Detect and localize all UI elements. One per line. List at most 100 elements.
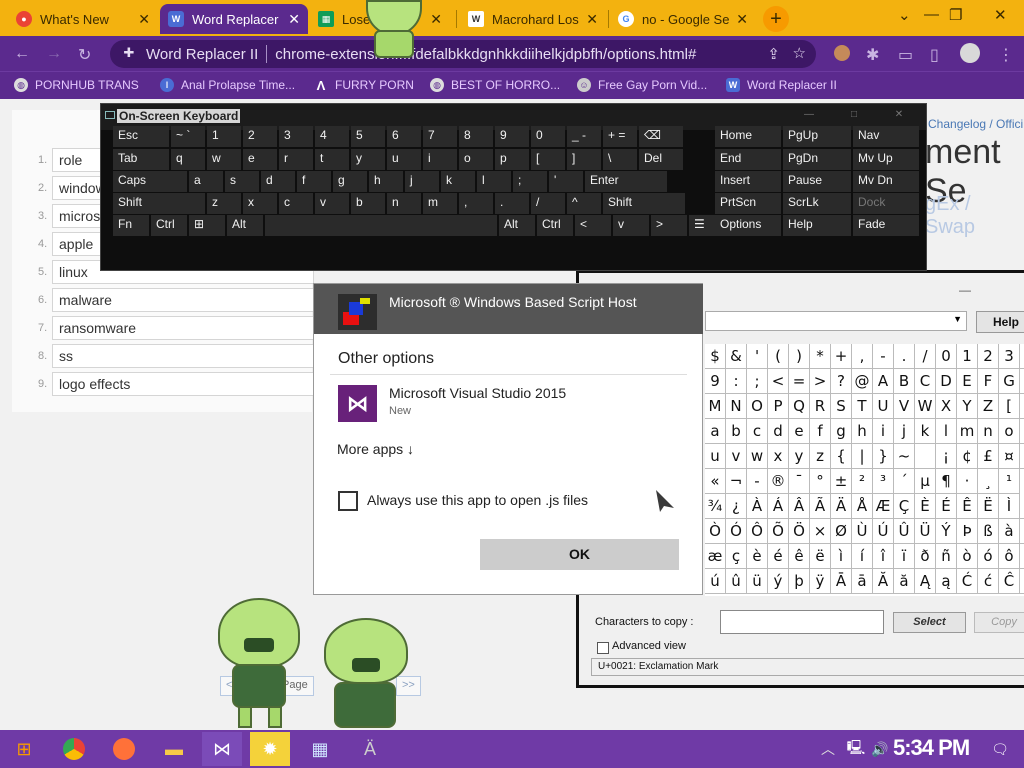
char-cell[interactable]: Ê: [957, 494, 978, 519]
char-cell[interactable]: õ: [1020, 544, 1024, 569]
osk-key[interactable]: _ -: [567, 126, 601, 147]
char-cell[interactable]: À: [747, 494, 768, 519]
char-cell[interactable]: ·: [957, 469, 978, 494]
char-cell[interactable]: =: [789, 369, 810, 394]
osk-key[interactable]: + =: [603, 126, 637, 147]
char-cell[interactable]: f: [810, 419, 831, 444]
char-cell[interactable]: W: [915, 394, 936, 419]
char-cell[interactable]: 9: [705, 369, 726, 394]
osk-key[interactable]: .: [495, 193, 529, 214]
avatar[interactable]: [960, 43, 980, 63]
osk-key[interactable]: w: [207, 149, 241, 170]
characters-to-copy-input[interactable]: [720, 610, 884, 634]
osk-key[interactable]: ;: [513, 171, 547, 192]
osk-nav-key[interactable]: End: [715, 149, 781, 170]
osk-nav-key[interactable]: ScrLk: [783, 193, 851, 214]
char-cell[interactable]: 0: [936, 344, 957, 369]
profile-extension-icon[interactable]: [834, 45, 850, 61]
osk-key[interactable]: Del: [639, 149, 683, 170]
close-icon[interactable]: ✕: [736, 11, 748, 28]
osk-nav-key[interactable]: Options: [715, 215, 781, 236]
tab-word-replacer[interactable]: W Word Replacer ✕: [160, 4, 308, 34]
char-cell[interactable]: Ù: [852, 519, 873, 544]
bookmark-item[interactable]: W Word Replacer II: [726, 78, 837, 92]
osk-key[interactable]: ⌫: [639, 126, 683, 147]
osk-nav-key[interactable]: Fade: [853, 215, 919, 236]
close-window-icon[interactable]: ✕: [994, 6, 1007, 24]
char-cell[interactable]: h: [852, 419, 873, 444]
osk-key[interactable]: ]: [567, 149, 601, 170]
osk-key[interactable]: Ctrl: [151, 215, 187, 236]
char-cell[interactable]: x: [768, 444, 789, 469]
char-cell[interactable]: µ: [915, 469, 936, 494]
char-cell[interactable]: ñ: [936, 544, 957, 569]
char-cell[interactable]: D: [936, 369, 957, 394]
char-cell[interactable]: ÿ: [810, 569, 831, 594]
char-cell[interactable]: (: [768, 344, 789, 369]
char-cell[interactable]: ê: [789, 544, 810, 569]
char-cell[interactable]: Û: [894, 519, 915, 544]
char-cell[interactable]: :: [726, 369, 747, 394]
char-cell[interactable]: P: [768, 394, 789, 419]
char-cell[interactable]: ¹: [999, 469, 1020, 494]
char-cell[interactable]: G: [999, 369, 1020, 394]
char-cell[interactable]: £: [978, 444, 999, 469]
star-icon[interactable]: ☆: [793, 44, 806, 62]
osk-key[interactable]: s: [225, 171, 259, 192]
menu-icon[interactable]: ⋮: [998, 45, 1014, 65]
char-cell[interactable]: ì: [831, 544, 852, 569]
close-icon[interactable]: ✕: [288, 11, 300, 28]
osk-nav-key[interactable]: Nav: [853, 126, 919, 147]
char-cell[interactable]: û: [726, 569, 747, 594]
char-cell[interactable]: Ú: [873, 519, 894, 544]
osk-key[interactable]: /: [531, 193, 565, 214]
char-cell[interactable]: d: [768, 419, 789, 444]
osk-key[interactable]: y: [351, 149, 385, 170]
char-cell[interactable]: ²: [852, 469, 873, 494]
osk-nav-key[interactable]: PrtScn: [715, 193, 781, 214]
window-minimize-icon[interactable]: —: [959, 283, 971, 297]
new-tab-button[interactable]: +: [763, 6, 789, 32]
char-cell[interactable]: ¯: [789, 469, 810, 494]
char-cell[interactable]: æ: [705, 544, 726, 569]
osk-key[interactable]: j: [405, 171, 439, 192]
char-cell[interactable]: k: [915, 419, 936, 444]
char-cell[interactable]: j: [894, 419, 915, 444]
osk-key[interactable]: Fn: [113, 215, 149, 236]
char-cell[interactable]: y: [789, 444, 810, 469]
word-input[interactable]: ransomware: [52, 316, 314, 340]
char-cell[interactable]: Ô: [747, 519, 768, 544]
firefox-icon[interactable]: [104, 732, 144, 766]
osk-nav-key[interactable]: PgUp: [783, 126, 851, 147]
osk-key[interactable]: >: [651, 215, 687, 236]
copy-button[interactable]: Copy: [974, 612, 1024, 633]
char-cell[interactable]: S: [831, 394, 852, 419]
char-cell[interactable]: Ó: [726, 519, 747, 544]
char-cell[interactable]: Ì: [999, 494, 1020, 519]
osk-key[interactable]: [: [531, 149, 565, 170]
osk-key[interactable]: g: [333, 171, 367, 192]
char-cell[interactable]: Í: [1020, 494, 1024, 519]
osk-key[interactable]: k: [441, 171, 475, 192]
char-cell[interactable]: V: [894, 394, 915, 419]
bookmark-item[interactable]: Λ FURRY PORN: [314, 78, 414, 93]
osk-key[interactable]: a: [189, 171, 223, 192]
char-cell[interactable]: $: [705, 344, 726, 369]
char-cell[interactable]: U: [873, 394, 894, 419]
char-cell[interactable]: Õ: [768, 519, 789, 544]
char-cell[interactable]: °: [810, 469, 831, 494]
char-cell[interactable]: H: [1020, 369, 1024, 394]
char-cell[interactable]: M: [705, 394, 726, 419]
char-cell[interactable]: C: [915, 369, 936, 394]
visual-studio-taskbar-icon[interactable]: ⋈: [202, 732, 242, 766]
minimize-icon[interactable]: —: [794, 109, 824, 125]
chrome-icon[interactable]: [54, 732, 94, 766]
char-cell[interactable]: Ą: [915, 569, 936, 594]
file-explorer-icon[interactable]: ▬: [154, 732, 194, 766]
char-cell[interactable]: @: [852, 369, 873, 394]
always-use-checkbox[interactable]: [338, 491, 358, 511]
char-cell[interactable]: ¶: [936, 469, 957, 494]
char-cell[interactable]: Ø: [831, 519, 852, 544]
char-cell[interactable]: -: [873, 344, 894, 369]
char-cell[interactable]: ý: [768, 569, 789, 594]
